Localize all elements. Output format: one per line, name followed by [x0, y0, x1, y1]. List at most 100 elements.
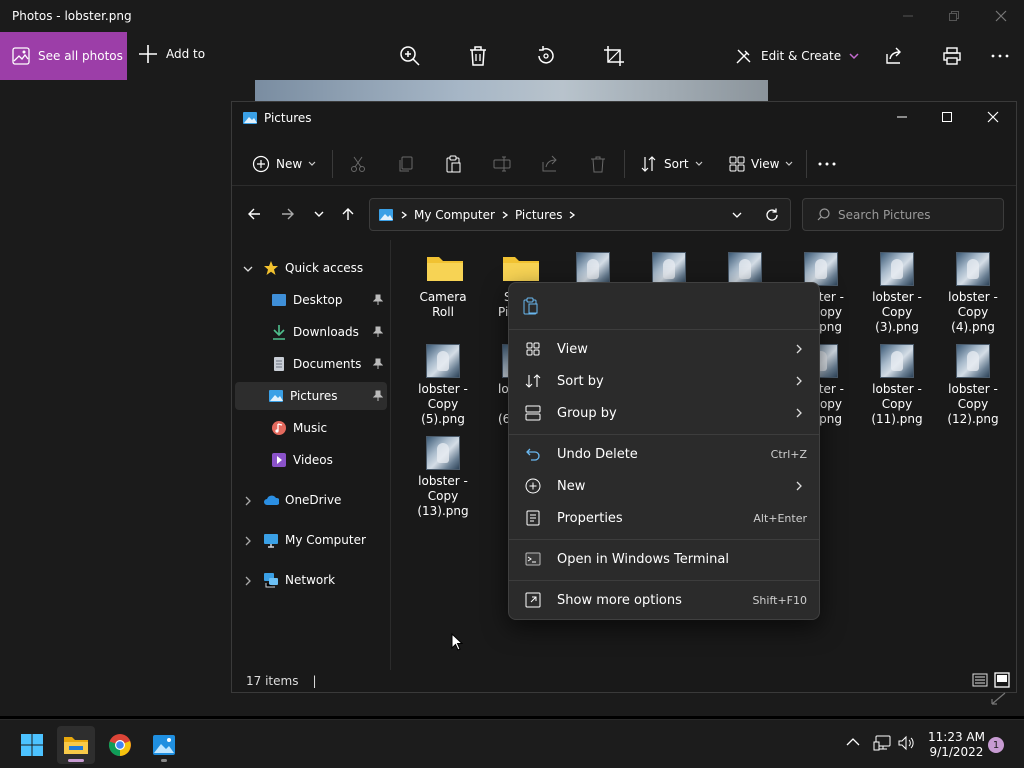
address-history-button[interactable]	[732, 210, 742, 220]
chevron-down-icon	[308, 160, 316, 168]
more-options-button[interactable]	[988, 44, 1012, 68]
share-file-button[interactable]	[541, 152, 559, 176]
view-menu-button[interactable]: View	[729, 152, 793, 176]
nav-pictures[interactable]: Pictures	[235, 382, 387, 410]
menu-item-properties[interactable]: Properties Alt+Enter	[515, 503, 815, 533]
large-icons-view-button[interactable]	[994, 672, 1010, 688]
network-icon	[263, 572, 279, 588]
nav-network[interactable]: Network	[235, 566, 387, 594]
photos-minimize-button[interactable]	[896, 6, 920, 26]
up-button[interactable]	[338, 204, 358, 224]
notification-badge[interactable]: 1	[988, 737, 1004, 753]
menu-item-show-more-options[interactable]: Show more options Shift+F10	[515, 585, 815, 615]
resize-icon[interactable]	[990, 692, 1008, 706]
refresh-button[interactable]	[765, 208, 779, 222]
cut-button[interactable]	[349, 152, 367, 176]
delete-photo-button[interactable]	[466, 44, 490, 68]
sort-icon	[640, 155, 658, 173]
crop-button[interactable]	[602, 44, 626, 68]
file-label: lobster -	[948, 290, 998, 304]
details-view-button[interactable]	[972, 672, 988, 688]
network-status-button[interactable]	[873, 735, 891, 751]
file-label: Copy	[881, 397, 913, 411]
file-label: lobster -	[872, 382, 922, 396]
menu-item-sort-by[interactable]: Sort by	[515, 366, 815, 396]
nav-documents-label: Documents	[293, 357, 362, 371]
file-label: lobster -	[418, 382, 468, 396]
nav-downloads[interactable]: Downloads	[235, 318, 387, 346]
breadcrumb-pictures[interactable]: Pictures	[515, 208, 563, 222]
add-to-button[interactable]: Add to	[138, 44, 205, 64]
copy-button[interactable]	[397, 152, 415, 176]
paste-quick-button[interactable]	[523, 297, 539, 315]
menu-separator	[509, 329, 819, 330]
download-icon	[271, 324, 287, 340]
explorer-minimize-button[interactable]	[887, 106, 917, 128]
forward-button[interactable]	[278, 204, 298, 224]
folder-camera-roll[interactable]: Camera Roll	[408, 252, 478, 320]
menu-item-label: Undo Delete	[557, 446, 638, 462]
see-all-photos-button[interactable]: See all photos	[0, 32, 127, 80]
sort-menu-button[interactable]: Sort	[640, 152, 703, 176]
image-file[interactable]: lobster - Copy (11).png	[862, 344, 932, 427]
explorer-maximize-button[interactable]	[932, 106, 962, 128]
delete-file-button[interactable]	[589, 152, 607, 176]
nav-music[interactable]: Music	[235, 414, 387, 442]
rotate-button[interactable]	[534, 44, 558, 68]
volume-button[interactable]	[898, 735, 916, 751]
terminal-icon	[523, 549, 543, 569]
image-thumbnail	[880, 344, 914, 378]
new-plus-icon	[252, 155, 270, 173]
pictures-folder-icon	[268, 388, 284, 404]
nav-onedrive[interactable]: OneDrive	[235, 486, 387, 514]
taskbar-chrome[interactable]	[101, 726, 139, 764]
new-menu-button[interactable]: New	[252, 152, 316, 176]
start-button[interactable]	[13, 726, 51, 764]
menu-item-new[interactable]: New	[515, 471, 815, 501]
show-more-icon	[523, 590, 543, 610]
file-label: lobster -	[948, 382, 998, 396]
rename-button[interactable]	[493, 152, 511, 176]
see-more-button[interactable]	[818, 152, 836, 176]
explorer-close-button[interactable]	[978, 106, 1008, 128]
nav-my-computer[interactable]: My Computer	[235, 526, 387, 554]
menu-item-group-by[interactable]: Group by	[515, 398, 815, 428]
file-label: (4).png	[951, 320, 995, 334]
nav-desktop[interactable]: Desktop	[235, 286, 387, 314]
image-file[interactable]: lobster - Copy (3).png	[862, 252, 932, 335]
document-icon	[271, 356, 287, 372]
taskbar-photos[interactable]	[145, 726, 183, 764]
image-thumbnail	[426, 344, 460, 378]
nav-videos[interactable]: Videos	[235, 446, 387, 474]
recent-locations-button[interactable]	[309, 204, 329, 224]
image-file[interactable]: lobster - Copy (13).png	[408, 436, 478, 519]
pane-divider[interactable]	[390, 240, 391, 670]
show-hidden-icons-button[interactable]	[846, 737, 860, 747]
photos-restore-button[interactable]	[942, 6, 966, 26]
image-file[interactable]: lobster - Copy (12).png	[938, 344, 1008, 427]
nav-documents[interactable]: Documents	[235, 350, 387, 378]
share-button[interactable]	[882, 44, 906, 68]
arrow-left-icon	[247, 207, 261, 221]
photos-close-button[interactable]	[989, 6, 1013, 26]
search-box[interactable]: Search Pictures	[802, 198, 1004, 231]
menu-item-open-terminal[interactable]: Open in Windows Terminal	[515, 544, 815, 574]
breadcrumb-my-computer[interactable]: My Computer	[414, 208, 495, 222]
image-file[interactable]: lobster - Copy (4).png	[938, 252, 1008, 335]
zoom-in-button[interactable]	[398, 44, 422, 68]
nav-quick-access[interactable]: Quick access	[235, 254, 387, 282]
address-bar[interactable]: My Computer Pictures	[369, 198, 791, 231]
rotate-icon	[535, 45, 557, 67]
edit-create-button[interactable]: Edit & Create	[735, 44, 859, 68]
print-button[interactable]	[940, 44, 964, 68]
taskbar-file-explorer[interactable]	[57, 726, 95, 764]
back-button[interactable]	[244, 204, 264, 224]
menu-item-view[interactable]: View	[515, 334, 815, 364]
clock[interactable]: 11:23 AM 9/1/2022	[928, 730, 985, 760]
image-file[interactable]: lobster - Copy (5).png	[408, 344, 478, 427]
menu-item-label: Sort by	[557, 373, 604, 389]
menu-item-undo-delete[interactable]: Undo Delete Ctrl+Z	[515, 439, 815, 469]
network-icon	[873, 735, 891, 751]
paste-button[interactable]	[444, 152, 462, 176]
star-icon	[263, 260, 279, 276]
